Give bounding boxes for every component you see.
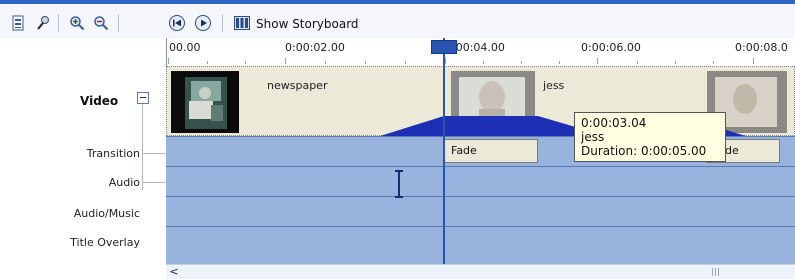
track-label-audio: Audio (108, 176, 140, 189)
ruler-tick (559, 61, 560, 64)
timeline-tracks: newspaper jess Fade (166, 66, 795, 264)
ruler-tick (675, 61, 676, 64)
tree-line (142, 182, 166, 183)
ruler-tick (637, 61, 638, 64)
ruler-tick (245, 61, 246, 64)
ruler-tick (445, 58, 446, 64)
ruler-tick (405, 61, 406, 64)
narrate-icon[interactable] (32, 12, 54, 34)
ruler-tick (285, 58, 286, 64)
text-cursor-icon (395, 170, 403, 198)
timeline-toolbar: Show Storyboard (0, 4, 795, 38)
ruler-tick (521, 61, 522, 64)
horizontal-scrollbar[interactable]: < (166, 264, 795, 279)
track-label-title-overlay: Title Overlay (70, 236, 140, 249)
scroll-left-arrow[interactable]: < (168, 266, 180, 278)
tooltip-duration: Duration: 0:00:05.00 (581, 144, 707, 158)
toolbar-separator (118, 14, 119, 32)
tree-line (142, 104, 143, 190)
ruler-tick (365, 61, 366, 64)
tooltip-clip-name: jess (581, 130, 605, 144)
clip-tooltip: 0:00:03.04 jess Duration: 0:00:05.00 (574, 112, 726, 162)
audio-music-track[interactable] (166, 196, 795, 226)
ruler-tick (753, 58, 754, 64)
storyboard-icon (234, 15, 250, 33)
ruler-tick-label: 0:00:06.00 (581, 41, 641, 54)
track-labels-panel: Video Transition Audio Audio/Music Title… (0, 66, 166, 264)
ruler-tick-label: 00.00 (169, 41, 201, 54)
playhead-handle[interactable] (431, 40, 457, 54)
track-label-audio-music: Audio/Music (73, 207, 140, 220)
transition-fade[interactable]: Fade (444, 139, 538, 163)
tree-line (142, 153, 166, 154)
zoom-in-icon[interactable] (66, 12, 88, 34)
zoom-out-icon[interactable] (90, 12, 112, 34)
play-icon[interactable] (192, 12, 214, 34)
track-label-video: Video (80, 94, 119, 108)
toolbar-separator (222, 14, 223, 32)
ruler-tick (713, 61, 714, 64)
playhead-line[interactable] (443, 38, 445, 264)
show-storyboard-label: Show Storyboard (256, 17, 359, 31)
toolbar-separator (58, 14, 59, 32)
ruler-tick (207, 61, 208, 64)
track-label-transition: Transition (86, 147, 140, 160)
timeline-icon[interactable] (8, 12, 30, 34)
collapse-video-button[interactable] (137, 92, 149, 104)
ruler-tick-label: 0:00:08.0 (735, 41, 788, 54)
ruler-tick (168, 58, 169, 64)
ruler-tick (483, 61, 484, 64)
tooltip-time: 0:00:03.04 (581, 116, 647, 130)
scroll-grip-icon[interactable] (711, 268, 719, 276)
ruler-tick (325, 61, 326, 64)
ruler-tick (597, 58, 598, 64)
rewind-icon[interactable] (166, 12, 188, 34)
show-storyboard-button[interactable]: Show Storyboard (234, 14, 359, 34)
time-ruler[interactable]: 00.00 0:00:02.00 0:00:04.00 0:00:06.00 0… (166, 38, 795, 66)
title-overlay-track[interactable] (166, 226, 795, 264)
audio-track[interactable] (166, 166, 795, 196)
ruler-tick-label: 0:00:02.00 (285, 41, 345, 54)
